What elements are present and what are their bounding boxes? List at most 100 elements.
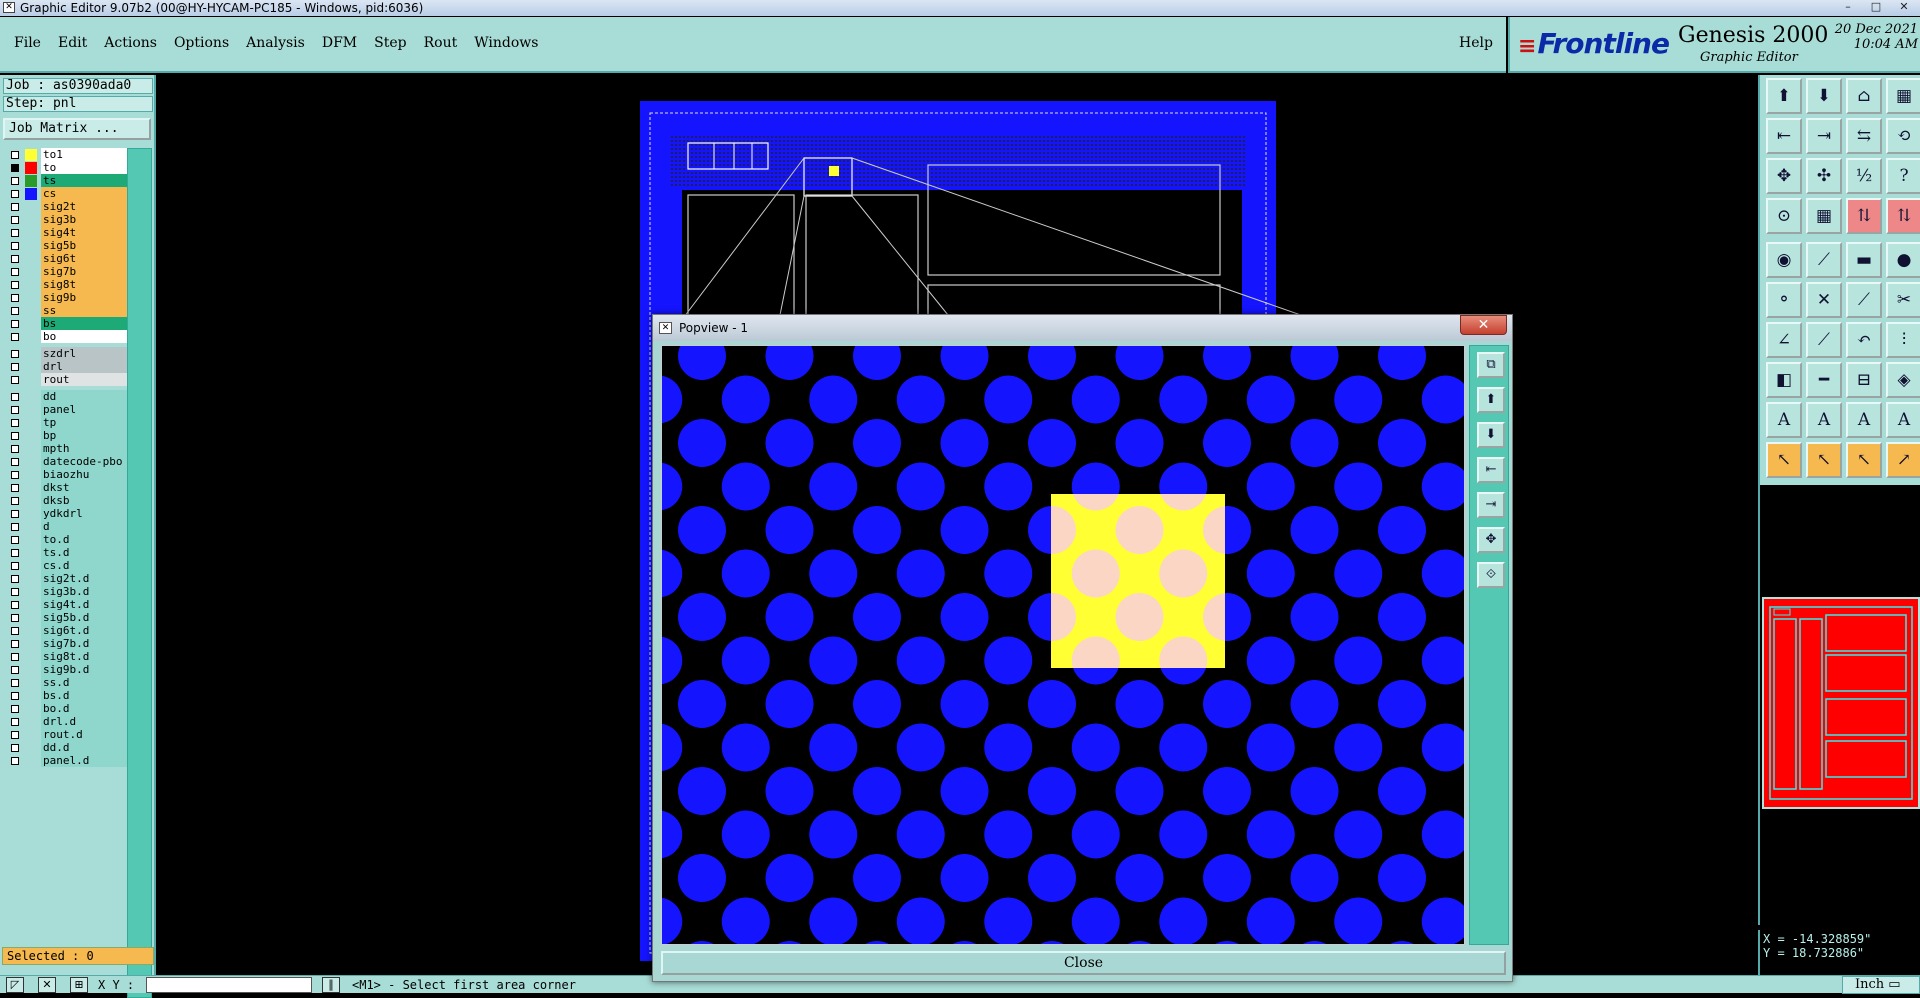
layer-checkbox[interactable]	[11, 255, 19, 263]
layer-name[interactable]: mpth	[41, 442, 127, 455]
layer-checkbox[interactable]	[11, 203, 19, 211]
layer-checkbox[interactable]	[11, 614, 19, 622]
layer-row-sig2t[interactable]: sig2t	[3, 200, 127, 214]
layer-row-bo[interactable]: bo	[3, 330, 127, 344]
layer-checkbox[interactable]	[11, 281, 19, 289]
popview-close-button[interactable]: Close	[661, 951, 1506, 975]
layer-row-sig3b[interactable]: sig3b	[3, 213, 127, 227]
layer-name[interactable]: dd	[41, 390, 127, 403]
layer-name[interactable]: panel.d	[41, 754, 127, 767]
dimension-button[interactable]: ⊟	[1846, 362, 1882, 398]
layer-name[interactable]: sig4t.d	[41, 598, 127, 611]
layer-checkbox[interactable]	[11, 705, 19, 713]
layer-checkbox[interactable]	[11, 363, 19, 371]
layer-row-dkst[interactable]: dkst	[3, 481, 127, 495]
grid-layout-button[interactable]: ▦	[1886, 78, 1920, 114]
layer-name[interactable]: sig4t	[41, 226, 127, 239]
layer-name[interactable]: sig8t.d	[41, 650, 127, 663]
line-red-button[interactable]: ∠	[1766, 322, 1802, 358]
layer-checkbox[interactable]	[11, 445, 19, 453]
popview-canvas[interactable]	[661, 345, 1465, 945]
layer-checkbox[interactable]	[11, 242, 19, 250]
layer-row-dksb[interactable]: dksb	[3, 494, 127, 508]
pause-button[interactable]: ‖	[322, 977, 340, 993]
layer-row-dd[interactable]: dd	[3, 390, 127, 404]
layer-checkbox[interactable]	[11, 510, 19, 518]
pointer-select-button[interactable]: ↖	[1806, 442, 1842, 478]
pan-left-button[interactable]: ⇤	[1477, 457, 1505, 483]
layer-name[interactable]: sig7b	[41, 265, 127, 278]
line-cut-button[interactable]: ━	[1806, 362, 1842, 398]
menu-analysis[interactable]: Analysis	[246, 35, 305, 51]
layer-checkbox[interactable]	[11, 627, 19, 635]
layer-row-rout[interactable]: rout	[3, 373, 127, 387]
layer-checkbox[interactable]	[11, 350, 19, 358]
layer-row-d[interactable]: d	[3, 520, 127, 534]
layer-checkbox[interactable]	[11, 744, 19, 752]
layer-row-sig5b[interactable]: sig5b	[3, 239, 127, 253]
help-button[interactable]: ?	[1886, 158, 1920, 194]
cross-toggle-button[interactable]: ✕	[38, 977, 56, 993]
step-left-button[interactable]: ⇤	[1766, 118, 1802, 154]
layer-name[interactable]: ydkdrl	[41, 507, 127, 520]
layer-row-dd-d[interactable]: dd.d	[3, 741, 127, 755]
home-button[interactable]: ⌂	[1846, 78, 1882, 114]
feature-pick-button[interactable]: ✂	[1886, 282, 1920, 318]
popview-titlebar[interactable]: ✕ Popview - 1	[653, 315, 1512, 341]
layer-row-sig6t-d[interactable]: sig6t.d	[3, 624, 127, 638]
layer-row-tp[interactable]: tp	[3, 416, 127, 430]
layer-row-sig6t[interactable]: sig6t	[3, 252, 127, 266]
pad-move-button[interactable]: ◧	[1766, 362, 1802, 398]
layer-checkbox[interactable]	[11, 393, 19, 401]
layer-name[interactable]: sig2t	[41, 200, 127, 213]
open-job-button[interactable]: ⬆	[1766, 78, 1802, 114]
layer-name[interactable]: to	[41, 161, 127, 174]
menu-actions[interactable]: Actions	[104, 35, 157, 51]
layer-row-drl-d[interactable]: drl.d	[3, 715, 127, 729]
layer-checkbox[interactable]	[11, 601, 19, 609]
layer-row-sig4t[interactable]: sig4t	[3, 226, 127, 240]
layer-name[interactable]: sig2t.d	[41, 572, 127, 585]
flip-button[interactable]: ⇆	[1846, 118, 1882, 154]
layer-checkbox[interactable]	[11, 666, 19, 674]
layer-row-to1[interactable]: to1	[3, 148, 127, 162]
layer-row-panel-d[interactable]: panel.d	[3, 754, 127, 768]
step-right-button[interactable]: ⇥	[1806, 118, 1842, 154]
layer-name[interactable]: dd.d	[41, 741, 127, 754]
layer-checkbox[interactable]	[11, 497, 19, 505]
layer-checkbox[interactable]	[11, 190, 19, 198]
connect-button[interactable]: ⚬	[1766, 282, 1802, 318]
layer-row-mpth[interactable]: mpth	[3, 442, 127, 456]
layer-name[interactable]: sig8t	[41, 278, 127, 291]
layer-checkbox[interactable]	[11, 268, 19, 276]
layer-checkbox[interactable]	[11, 406, 19, 414]
grid-toggle-button[interactable]: ⊞	[70, 977, 88, 993]
layer-checkbox[interactable]	[11, 229, 19, 237]
pointer-button[interactable]: ↖	[1766, 442, 1802, 478]
pointer-route-button[interactable]: ↗	[1886, 442, 1920, 478]
layer-row-sig7b[interactable]: sig7b	[3, 265, 127, 279]
layer-checkbox[interactable]	[11, 419, 19, 427]
align-button[interactable]: ⫶	[1886, 322, 1920, 358]
popview-close-x-button[interactable]: ✕	[1460, 315, 1507, 335]
cross-button[interactable]: ✕	[1806, 282, 1842, 318]
layer-name[interactable]: sig5b.d	[41, 611, 127, 624]
layer-row-bs[interactable]: bs	[3, 317, 127, 331]
text-a-button[interactable]: A	[1766, 402, 1802, 438]
layer-row-bs-d[interactable]: bs.d	[3, 689, 127, 703]
layer-checkbox[interactable]	[11, 320, 19, 328]
zoom-window-button[interactable]: ⧉	[1477, 352, 1505, 378]
layer-row-to-d[interactable]: to.d	[3, 533, 127, 547]
layer-row-bp[interactable]: bp	[3, 429, 127, 443]
center-button[interactable]: ⟐	[1477, 562, 1505, 588]
measure-button[interactable]: ▬	[1846, 242, 1882, 278]
layer-checkbox[interactable]	[11, 523, 19, 531]
menu-dfm[interactable]: DFM	[322, 35, 357, 51]
layers-edit-button[interactable]: ⇅	[1886, 198, 1920, 234]
redraw-button[interactable]: ⟲	[1886, 118, 1920, 154]
line-edit-button[interactable]: ⟋	[1806, 242, 1842, 278]
layer-row-szdrl[interactable]: szdrl	[3, 347, 127, 361]
menu-options[interactable]: Options	[174, 35, 229, 51]
layer-name[interactable]: sig9b	[41, 291, 127, 304]
layer-name[interactable]: bs.d	[41, 689, 127, 702]
